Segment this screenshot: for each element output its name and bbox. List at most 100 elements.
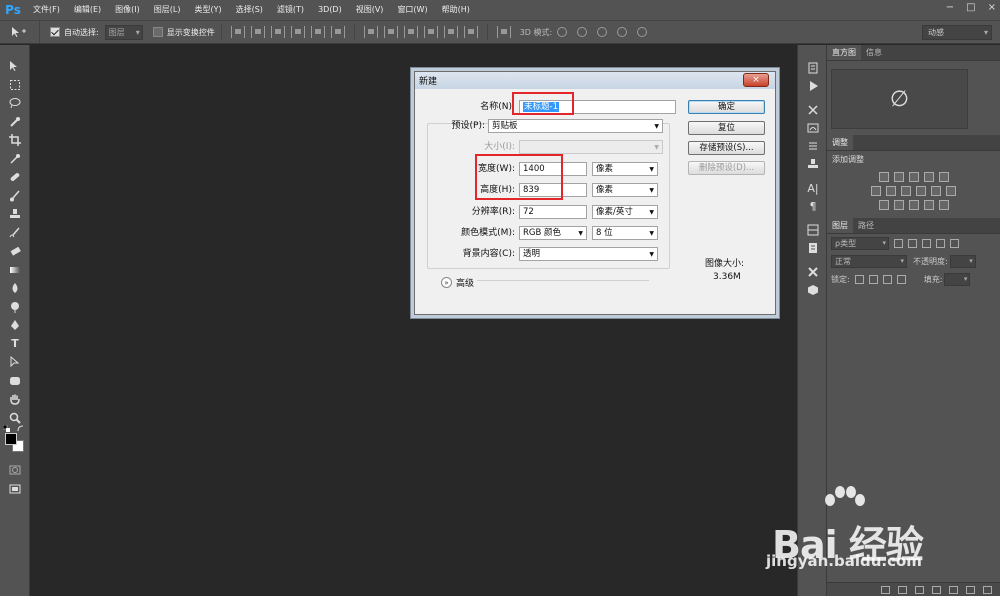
paragraph-panel-icon[interactable]: ¶	[798, 197, 828, 215]
color-lookup-icon[interactable]	[946, 186, 956, 196]
menu-image[interactable]: 图像(I)	[108, 0, 147, 20]
actions-panel-icon[interactable]	[798, 77, 828, 95]
brush-tool-icon[interactable]	[0, 187, 30, 206]
lock-pixels-icon[interactable]	[868, 274, 878, 284]
menu-3d[interactable]: 3D(D)	[311, 0, 349, 20]
filter-shape-icon[interactable]	[936, 238, 945, 248]
3d-slide-icon[interactable]	[617, 27, 628, 37]
dialog-close-button[interactable]: ×	[743, 73, 769, 87]
menu-filter[interactable]: 滤镜(T)	[270, 0, 311, 20]
channel-mixer-icon[interactable]	[931, 186, 941, 196]
crop-tool-icon[interactable]	[0, 131, 30, 150]
auto-select-target-dropdown[interactable]: 图层	[104, 24, 143, 40]
reset-button[interactable]: 复位	[688, 121, 765, 135]
eraser-tool-icon[interactable]	[0, 242, 30, 261]
delete-preset-button[interactable]: 删除预设(D)...	[688, 161, 765, 175]
distribute-left-icon[interactable]	[423, 26, 438, 38]
menu-layer[interactable]: 图层(L)	[147, 0, 188, 20]
clone-stamp-tool-icon[interactable]	[0, 205, 30, 224]
dodge-tool-icon[interactable]	[0, 298, 30, 317]
lock-transparent-icon[interactable]	[854, 274, 864, 284]
brightness-icon[interactable]	[878, 172, 889, 182]
align-left-icon[interactable]	[290, 26, 305, 38]
lasso-tool-icon[interactable]	[0, 94, 30, 113]
filter-smart-icon[interactable]	[950, 238, 959, 248]
3d-pan-icon[interactable]	[597, 27, 608, 37]
foreground-color-swatch[interactable]	[5, 433, 17, 445]
posterize-icon[interactable]	[893, 200, 904, 210]
size-dropdown[interactable]	[519, 140, 663, 154]
black-white-icon[interactable]	[901, 186, 911, 196]
fill-input[interactable]	[944, 272, 971, 286]
distribute-hcenter-icon[interactable]	[443, 26, 458, 38]
selective-color-icon[interactable]	[938, 200, 949, 210]
photo-filter-icon[interactable]	[916, 186, 926, 196]
move-tool-icon[interactable]	[0, 57, 30, 76]
height-unit-dropdown[interactable]: 像素	[592, 183, 658, 197]
maximize-button[interactable]: □	[966, 2, 975, 13]
bit-depth-dropdown[interactable]: 8 位	[592, 226, 658, 240]
tab-info[interactable]: 信息	[861, 45, 887, 60]
character-panel-icon[interactable]: A|	[798, 179, 828, 197]
hand-tool-icon[interactable]	[0, 390, 30, 409]
show-transform-checkbox[interactable]	[152, 27, 163, 37]
menu-view[interactable]: 视图(V)	[349, 0, 391, 20]
tool-presets-icon[interactable]	[798, 101, 828, 119]
distribute-bottom-icon[interactable]	[403, 26, 418, 38]
clone-source-icon[interactable]	[798, 155, 828, 173]
width-unit-dropdown[interactable]: 像素	[592, 162, 658, 176]
threshold-icon[interactable]	[908, 200, 919, 210]
color-balance-icon[interactable]	[886, 186, 896, 196]
swap-colors-icon[interactable]	[17, 425, 25, 433]
eyedropper-tool-icon[interactable]	[0, 150, 30, 169]
tab-paths[interactable]: 路径	[853, 218, 879, 233]
screen-mode-icon[interactable]	[0, 480, 30, 499]
layer-comps-icon[interactable]	[798, 221, 828, 239]
workspace-dropdown[interactable]: 动感	[922, 25, 992, 40]
path-selection-tool-icon[interactable]	[0, 353, 30, 372]
save-preset-button[interactable]: 存储预设(S)...	[688, 141, 765, 155]
background-contents-dropdown[interactable]: 透明	[519, 247, 658, 261]
gradient-tool-icon[interactable]	[0, 261, 30, 280]
shape-tool-icon[interactable]	[0, 372, 30, 391]
align-vcenter-icon[interactable]	[250, 26, 265, 38]
quick-mask-icon[interactable]	[0, 461, 30, 480]
auto-select-checkbox[interactable]	[50, 27, 60, 37]
vibrance-icon[interactable]	[938, 172, 949, 182]
distribute-top-icon[interactable]	[363, 26, 378, 38]
blur-tool-icon[interactable]	[0, 279, 30, 298]
preset-dropdown[interactable]: 剪贴板	[488, 119, 663, 133]
distribute-right-icon[interactable]	[463, 26, 478, 38]
type-tool-icon[interactable]: T	[0, 335, 30, 354]
healing-brush-tool-icon[interactable]	[0, 168, 30, 187]
distribute-vcenter-icon[interactable]	[383, 26, 398, 38]
move-tool-preset[interactable]	[0, 21, 40, 43]
menu-edit[interactable]: 编辑(E)	[67, 0, 108, 20]
tab-layers[interactable]: 图层	[827, 218, 853, 233]
quick-select-tool-icon[interactable]	[0, 113, 30, 132]
3d-scale-icon[interactable]	[637, 27, 648, 37]
auto-align-icon[interactable]	[496, 26, 511, 38]
blend-mode-dropdown[interactable]: 正常	[831, 254, 907, 268]
curves-icon[interactable]	[908, 172, 919, 182]
marquee-tool-icon[interactable]	[0, 76, 30, 95]
opacity-input[interactable]	[949, 254, 976, 268]
advanced-toggle[interactable]: » 高级	[441, 276, 474, 289]
menu-window[interactable]: 窗口(W)	[390, 0, 434, 20]
resolution-unit-dropdown[interactable]: 像素/英寸	[592, 205, 658, 219]
pen-tool-icon[interactable]	[0, 316, 30, 335]
filter-adjust-icon[interactable]	[908, 238, 917, 248]
3d-roll-icon[interactable]	[577, 27, 588, 37]
3d-panel-icon[interactable]	[798, 281, 828, 299]
tab-histogram[interactable]: 直方图	[827, 45, 861, 60]
tools-settings-icon[interactable]	[798, 263, 828, 281]
resolution-input[interactable]: 72	[519, 205, 587, 219]
close-button[interactable]: ×	[988, 2, 996, 13]
brush-presets-icon[interactable]	[798, 137, 828, 155]
color-mode-dropdown[interactable]: RGB 颜色	[519, 226, 587, 240]
align-top-icon[interactable]	[230, 26, 245, 38]
minimize-button[interactable]: −	[946, 2, 954, 13]
lock-position-icon[interactable]	[882, 274, 892, 284]
3d-rotate-icon[interactable]	[557, 27, 568, 37]
exposure-icon[interactable]	[923, 172, 934, 182]
